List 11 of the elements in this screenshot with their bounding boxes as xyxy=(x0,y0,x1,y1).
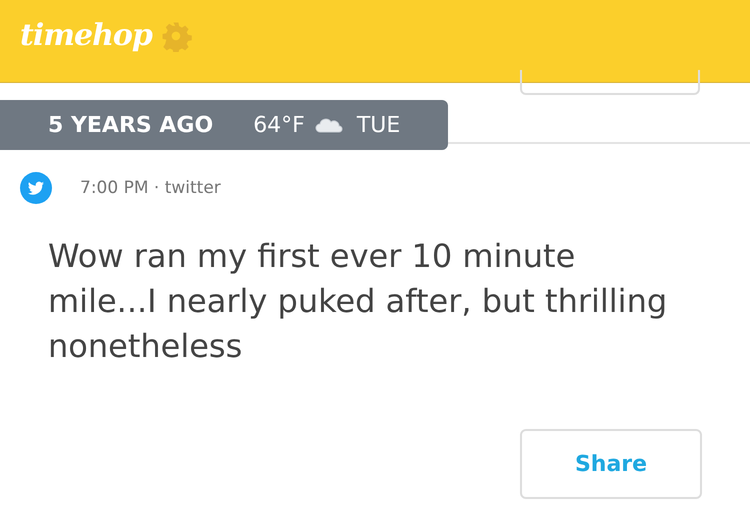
app-logo: timehop xyxy=(20,18,152,52)
settings-icon[interactable] xyxy=(160,20,192,52)
years-ago-label: 5 YEARS AGO xyxy=(48,112,214,138)
cloud-icon xyxy=(314,117,343,133)
post-text: Wow ran my first ever 10 minute mile...I nearly puked after, but thrilling nonetheless xyxy=(48,236,668,367)
weekday: TUE xyxy=(356,112,400,138)
post-time-source: 7:00 PM · twitter xyxy=(80,178,221,198)
twitter-icon xyxy=(20,172,52,204)
temperature: 64°F xyxy=(253,112,305,138)
share-button[interactable]: Share xyxy=(520,429,702,499)
previous-card-button[interactable] xyxy=(520,70,700,95)
